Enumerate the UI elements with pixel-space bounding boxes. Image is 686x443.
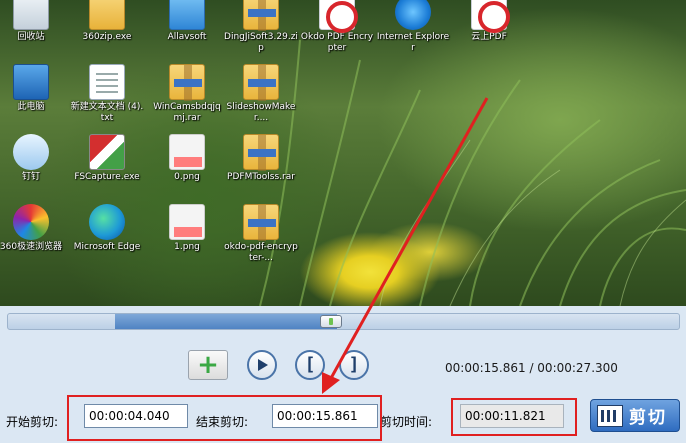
time-separator: / — [525, 361, 538, 375]
mark-out-button[interactable]: ] — [339, 350, 369, 380]
cut-button[interactable]: 剪切 — [590, 399, 680, 432]
cut-duration-value: 00:00:11.821 — [460, 404, 564, 428]
trim-row: 开始剪切: 00:00:04.040 结束剪切: 00:00:15.861 剪切… — [0, 395, 686, 443]
recycle-bin-icon — [13, 0, 49, 30]
film-scissors-icon — [597, 404, 623, 427]
desktop-icon-label: Microsoft Edge — [73, 242, 141, 252]
archive-icon — [89, 0, 125, 30]
browser-360-icon — [13, 204, 49, 240]
desktop-icon: PDFMToolss.rar — [224, 134, 298, 206]
desktop-icon-label: 0.png — [174, 172, 200, 182]
add-button[interactable]: + — [188, 350, 228, 380]
start-cut-label: 开始剪切: — [6, 415, 59, 429]
cut-button-label: 剪切 — [629, 408, 667, 428]
computer-icon — [13, 64, 49, 100]
seek-bar-fill — [115, 314, 337, 329]
desktop-icon: Okdo PDF Encrypter — [300, 0, 374, 66]
desktop-icon: 360zip.exe — [70, 0, 144, 66]
end-cut-label: 结束剪切: — [196, 415, 249, 429]
bracket-right-icon: ] — [348, 354, 360, 375]
desktop-icon-label: Allavsoft — [167, 32, 207, 42]
desktop-icon: 云上PDF — [452, 0, 526, 66]
dingtalk-icon — [13, 134, 49, 170]
desktop-icon-label: 新建文本文档 (4).txt — [70, 102, 144, 123]
archive-icon — [169, 64, 205, 101]
current-time: 00:00:15.861 — [445, 361, 526, 375]
internet-explorer-icon — [395, 0, 431, 30]
desktop-icon: 此电脑 — [0, 64, 68, 136]
desktop-icon: 新建文本文档 (4).txt — [70, 64, 144, 136]
video-preview: 回收站 360zip.exe Allavsoft DingJiSoft3.29.zip… — [0, 0, 686, 306]
desktop-icon: DingJiSoft3.29.zip — [224, 0, 298, 66]
desktop-icon-label: WinCamsbdqjqmj.rar — [153, 102, 221, 123]
pdf-icon — [471, 0, 510, 33]
image-file-icon — [169, 134, 205, 170]
shortcut-icon — [169, 0, 205, 30]
desktop-icon-label: okdo-pdf-encrypter-... — [224, 242, 298, 263]
archive-icon — [243, 64, 279, 101]
pdf-encrypter-icon — [319, 0, 358, 33]
desktop-icon-label: PDFMToolss.rar — [227, 172, 295, 182]
image-file-icon — [169, 204, 205, 240]
bracket-left-icon: [ — [304, 354, 316, 375]
desktop-icon-label: 1.png — [174, 242, 200, 252]
desktop-icon: 钉钉 — [0, 134, 68, 206]
time-readout: 00:00:15.861 / 00:00:27.300 — [445, 361, 618, 375]
total-time: 00:00:27.300 — [537, 361, 618, 375]
desktop-icon-label: 钉钉 — [21, 172, 40, 182]
desktop-icon: Microsoft Edge — [70, 204, 144, 276]
desktop-icon-label: 360极速浏览器 — [0, 242, 63, 252]
desktop-icon: Allavsoft — [150, 0, 224, 66]
seek-bar[interactable] — [7, 313, 680, 330]
desktop-icon-label: FSCapture.exe — [74, 172, 140, 182]
end-cut-input[interactable]: 00:00:15.861 — [272, 404, 378, 428]
desktop-icon-label: DingJiSoft3.29.zip — [224, 32, 298, 53]
play-button[interactable] — [247, 350, 277, 380]
desktop-icon: 360极速浏览器 — [0, 204, 68, 276]
archive-icon — [243, 0, 279, 31]
plus-icon: + — [197, 350, 219, 380]
desktop-icon: WinCamsbdqjqmj.rar — [150, 64, 224, 136]
archive-icon — [243, 134, 279, 171]
desktop-icon: 0.png — [150, 134, 224, 206]
seek-bar-thumb[interactable] — [319, 315, 342, 328]
desktop-icon-label: Okdo PDF Encrypter — [300, 32, 374, 53]
text-file-icon — [89, 64, 125, 100]
desktop-icon: FSCapture.exe — [70, 134, 144, 206]
desktop-icon-label: 回收站 — [17, 32, 45, 42]
mark-in-button[interactable]: [ — [295, 350, 325, 380]
start-cut-input[interactable]: 00:00:04.040 — [84, 404, 188, 428]
cut-duration-label: 剪切时间: — [380, 415, 433, 429]
archive-icon — [243, 204, 279, 241]
fscapture-icon — [89, 134, 125, 170]
desktop-icon-label: 云上PDF — [471, 32, 507, 42]
desktop-icon: okdo-pdf-encrypter-... — [224, 204, 298, 276]
desktop-icon-label: SlideshowMaker.... — [226, 102, 296, 123]
desktop-icon: 1.png — [150, 204, 224, 276]
desktop-icon: SlideshowMaker.... — [224, 64, 298, 136]
desktop-icon: 回收站 — [0, 0, 68, 66]
desktop-icon-label: 此电脑 — [17, 102, 45, 112]
play-icon — [258, 359, 268, 371]
desktop-icon-label: Internet Explorer — [376, 32, 450, 53]
edge-icon — [89, 204, 125, 240]
desktop-icon-label: 360zip.exe — [82, 32, 132, 42]
desktop-icon: Internet Explorer — [376, 0, 450, 66]
